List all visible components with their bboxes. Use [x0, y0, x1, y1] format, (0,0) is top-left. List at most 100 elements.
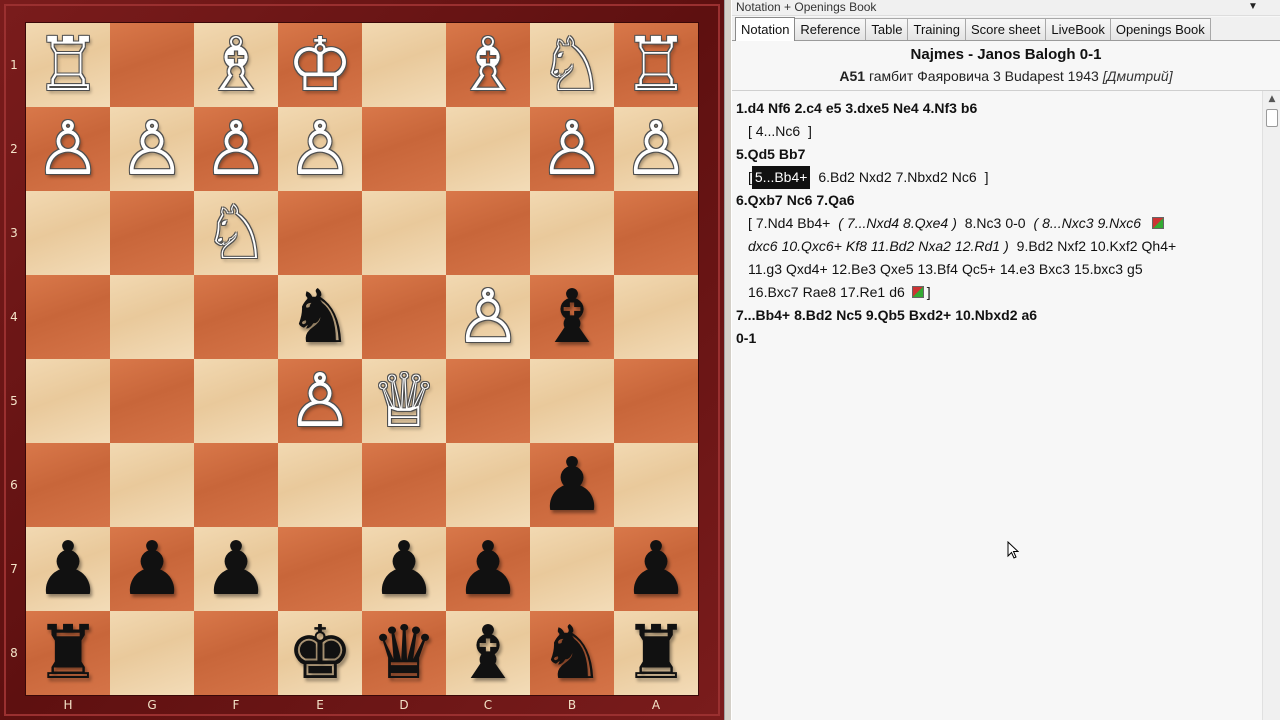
diagram-icon[interactable] [1151, 217, 1164, 229]
move[interactable]: Nc6 [952, 166, 977, 189]
move[interactable]: Ne4 [893, 97, 919, 120]
move[interactable]: Qh4+ [1142, 235, 1177, 258]
tab-notation[interactable]: Notation [735, 17, 796, 41]
square-g4[interactable] [110, 275, 194, 359]
selected-move[interactable]: 5...Bb4+ [751, 166, 811, 189]
square-e6[interactable] [278, 443, 362, 527]
move[interactable]: Nxd2 [859, 166, 892, 189]
move[interactable]: Nxa2 [918, 235, 951, 258]
square-f6[interactable] [194, 443, 278, 527]
square-b3[interactable] [530, 191, 614, 275]
move[interactable]: 2.c4 [795, 97, 822, 120]
move[interactable]: Nf6 [768, 97, 791, 120]
square-c5[interactable] [446, 359, 530, 443]
square-g6[interactable] [110, 443, 194, 527]
move[interactable]: 10.Nbxd2 [955, 304, 1017, 327]
chess-piece-icon[interactable]: ♙ [278, 359, 362, 443]
square-e4[interactable]: ♞ [278, 275, 362, 359]
move[interactable]: 15.bxc3 [1074, 258, 1123, 281]
move[interactable]: 11.Bd2 [871, 235, 914, 258]
tab-training[interactable]: Training [907, 18, 966, 40]
move[interactable]: 7.Nbxd2 [896, 166, 948, 189]
chess-piece-icon[interactable]: ♙ [194, 107, 278, 191]
move[interactable]: 13.Bf4 [917, 258, 957, 281]
square-b7[interactable] [530, 527, 614, 611]
square-g1[interactable] [110, 23, 194, 107]
square-a7[interactable]: ♟ [614, 527, 698, 611]
move[interactable]: 11.g3 [748, 258, 782, 281]
move[interactable]: 7.Qa6 [816, 189, 854, 212]
move[interactable]: 16.Bxc7 [748, 281, 799, 304]
square-d4[interactable] [362, 275, 446, 359]
panel-dropdown-icon[interactable]: ▼ [1246, 0, 1260, 14]
notation-area[interactable]: 1.d4 Nf6 2.c4 e5 3.dxe5 Ne4 4.Nf3 b6 [ 4...Nc6 … [732, 90, 1280, 720]
chess-piece-icon[interactable]: ♘ [530, 23, 614, 107]
move[interactable]: 9.Nxc6 [1097, 212, 1141, 235]
move[interactable]: 12.Rd1 [955, 235, 1000, 258]
move[interactable]: 12.Be3 [832, 258, 876, 281]
chess-piece-icon[interactable]: ♞ [530, 611, 614, 695]
square-d3[interactable] [362, 191, 446, 275]
square-h2[interactable]: ♙ [26, 107, 110, 191]
tab-openings-book[interactable]: Openings Book [1109, 18, 1211, 40]
move[interactable]: Nc5 [836, 304, 862, 327]
chess-piece-icon[interactable]: ♝ [446, 611, 530, 695]
move[interactable]: 10.Qxc6+ [782, 235, 842, 258]
chess-piece-icon[interactable]: ♟ [26, 527, 110, 611]
move[interactable]: 1.d4 [736, 97, 764, 120]
chess-piece-icon[interactable]: ♟ [530, 443, 614, 527]
move[interactable]: Bxd2+ [909, 304, 951, 327]
move[interactable]: 6.Bd2 [818, 166, 855, 189]
move[interactable]: 8.Qxe4 [903, 212, 948, 235]
move[interactable]: ) [952, 212, 957, 235]
square-f1[interactable]: ♗ [194, 23, 278, 107]
square-h1[interactable]: ♖ [26, 23, 110, 107]
square-e7[interactable] [278, 527, 362, 611]
tab-livebook[interactable]: LiveBook [1045, 18, 1111, 40]
square-d1[interactable] [362, 23, 446, 107]
move[interactable]: 6.Qxb7 [736, 189, 783, 212]
square-d6[interactable] [362, 443, 446, 527]
move[interactable]: a6 [1021, 304, 1037, 327]
square-b1[interactable]: ♘ [530, 23, 614, 107]
move[interactable]: Bb4+ [797, 212, 830, 235]
square-a2[interactable]: ♙ [614, 107, 698, 191]
move[interactable]: 9.Bd2 [1017, 235, 1054, 258]
chess-piece-icon[interactable]: ♜ [614, 611, 698, 695]
move[interactable]: Qxe5 [880, 258, 913, 281]
move[interactable]: 5.Qd5 [736, 143, 775, 166]
chess-piece-icon[interactable]: ♟ [194, 527, 278, 611]
tab-table[interactable]: Table [865, 18, 909, 40]
move[interactable]: Nxf2 [1057, 235, 1086, 258]
move[interactable]: 10.Kxf2 [1090, 235, 1137, 258]
square-b8[interactable]: ♞ [530, 611, 614, 695]
square-f3[interactable]: ♘ [194, 191, 278, 275]
square-b4[interactable]: ♝ [530, 275, 614, 359]
move[interactable]: 7.Nd4 [756, 212, 793, 235]
move[interactable]: 7...Nxd4 [847, 212, 899, 235]
square-g8[interactable] [110, 611, 194, 695]
chess-piece-icon[interactable]: ♖ [614, 23, 698, 107]
chess-piece-icon[interactable]: ♗ [194, 23, 278, 107]
square-d8[interactable]: ♛ [362, 611, 446, 695]
square-e3[interactable] [278, 191, 362, 275]
chess-piece-icon[interactable]: ♟ [446, 527, 530, 611]
move[interactable]: e5 [826, 97, 842, 120]
move[interactable]: 0-0 [1005, 212, 1025, 235]
square-c4[interactable]: ♙ [446, 275, 530, 359]
move[interactable]: 3.dxe5 [845, 97, 889, 120]
chess-piece-icon[interactable]: ♙ [110, 107, 194, 191]
chess-piece-icon[interactable]: ♙ [530, 107, 614, 191]
move[interactable]: Qc5+ [962, 258, 996, 281]
square-d7[interactable]: ♟ [362, 527, 446, 611]
chess-piece-icon[interactable]: ♟ [614, 527, 698, 611]
chess-piece-icon[interactable]: ♙ [614, 107, 698, 191]
scroll-up-icon[interactable]: ▲ [1266, 93, 1278, 105]
chess-piece-icon[interactable]: ♙ [278, 107, 362, 191]
move[interactable]: b6 [961, 97, 977, 120]
square-h6[interactable] [26, 443, 110, 527]
chess-piece-icon[interactable]: ♖ [26, 23, 110, 107]
move[interactable]: dxc6 [748, 235, 778, 258]
square-c3[interactable] [446, 191, 530, 275]
move[interactable]: d6 [889, 281, 905, 304]
